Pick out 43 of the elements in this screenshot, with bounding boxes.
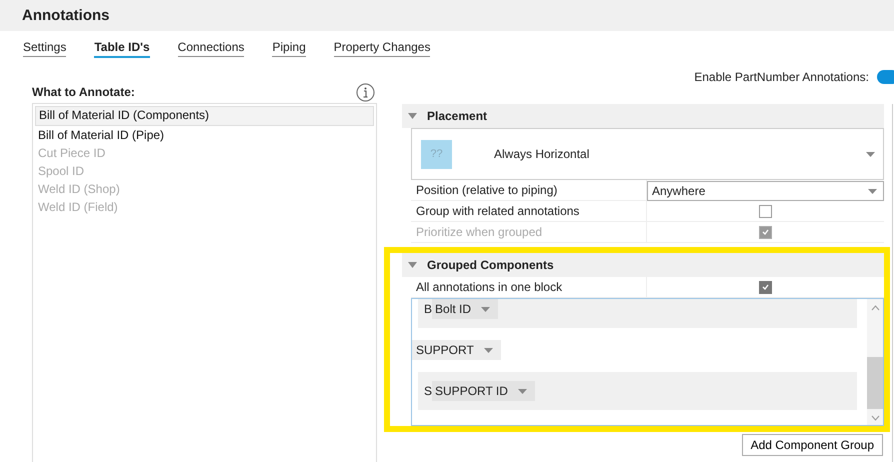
window-title: Annotations (22, 7, 110, 24)
scroll-up-icon[interactable] (870, 305, 880, 311)
caret-icon (866, 152, 875, 156)
property-label: Prioritize when grouped (411, 222, 647, 242)
scrollbar[interactable] (867, 299, 883, 425)
tab[interactable]: Property Changes (334, 40, 430, 57)
dropdown-value: Anywhere (652, 184, 706, 198)
caret-icon (518, 388, 527, 394)
style-dropdown[interactable]: ?? Always Horizontal (411, 128, 884, 180)
toggle-switch[interactable] (877, 70, 894, 84)
style-value: Always Horizontal (494, 147, 590, 161)
scroll-down-icon[interactable] (870, 415, 880, 421)
tab[interactable]: Piping (272, 40, 306, 57)
section-label: What to Annotate: (32, 85, 135, 99)
collapse-icon[interactable] (408, 113, 417, 119)
checkbox[interactable] (759, 280, 772, 294)
section-header[interactable]: Grouped Components (402, 253, 884, 277)
check-icon (762, 284, 769, 290)
info-icon[interactable] (356, 82, 375, 102)
component-dropdown[interactable]: SUPPORT ID (432, 381, 535, 401)
toggle-label: Enable PartNumber Annotations: (694, 70, 869, 84)
list-item[interactable]: Bill of Material ID (Components) (35, 106, 374, 126)
caret-icon (481, 306, 490, 312)
caret-icon (868, 188, 877, 194)
tab[interactable]: Table ID's (94, 40, 150, 58)
property-label: Position (relative to piping) (411, 180, 647, 200)
tab[interactable]: Connections (178, 40, 244, 57)
component-dropdown[interactable]: Bolt ID (432, 299, 498, 319)
section-header[interactable]: Placement (402, 104, 884, 128)
entry-prefix: S (424, 384, 432, 398)
position-dropdown[interactable]: Anywhere (647, 181, 884, 201)
property-label: Group with related annotations (411, 201, 647, 221)
caret-icon (484, 348, 493, 352)
checkbox[interactable] (759, 204, 772, 218)
property-label: All annotations in one block (411, 277, 647, 297)
tab[interactable]: Settings (23, 40, 66, 57)
add-component-group-button[interactable]: Add Component Group (742, 434, 883, 456)
style-preview: ?? (421, 140, 452, 168)
group-dropdown[interactable]: SUPPORT (412, 340, 501, 360)
list-item[interactable]: Bill of Material ID (Pipe) (35, 126, 374, 144)
check-icon (762, 229, 769, 235)
collapse-icon[interactable] (408, 262, 417, 268)
entry-prefix: B (424, 302, 432, 316)
